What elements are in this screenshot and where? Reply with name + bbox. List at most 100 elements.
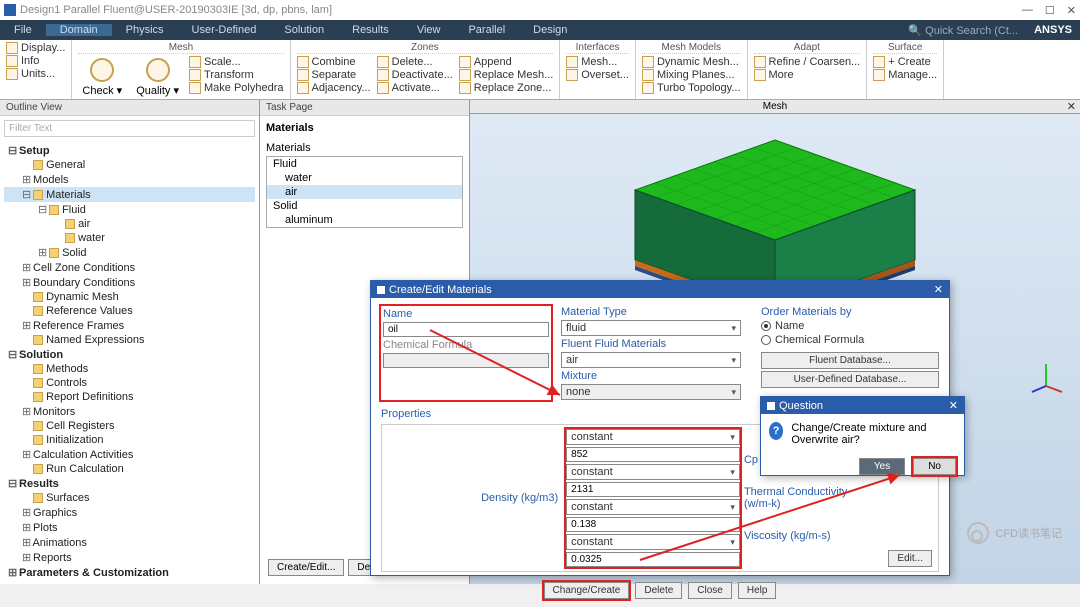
ribbon-item[interactable]: Adjacency... [297, 82, 371, 94]
ribbon-item[interactable]: Activate... [377, 82, 453, 94]
tree-item[interactable]: ⊟ Results [4, 476, 255, 491]
ribbon-item[interactable]: Overset... [566, 69, 629, 81]
ribbon-item[interactable]: Separate [297, 69, 371, 81]
menu-parallel[interactable]: Parallel [454, 24, 519, 36]
expand-icon[interactable]: ⊞ [22, 276, 30, 289]
ribbon-item[interactable]: Replace Mesh... [459, 69, 553, 81]
user-database-button[interactable]: User-Defined Database... [761, 371, 939, 388]
visc-method-select[interactable]: constant [566, 534, 740, 550]
menu-results[interactable]: Results [338, 24, 403, 36]
tree-item[interactable]: ⊞ Solid [4, 245, 255, 260]
tree-item[interactable]: Run Calculation [4, 462, 255, 476]
ribbon-item[interactable]: Make Polyhedra [189, 82, 284, 94]
expand-icon[interactable]: ⊟ [8, 144, 16, 157]
expand-icon[interactable]: ⊟ [38, 203, 46, 216]
menu-physics[interactable]: Physics [112, 24, 178, 36]
menu-design[interactable]: Design [519, 24, 581, 36]
tree-item[interactable]: ⊞ Graphics [4, 505, 255, 520]
expand-icon[interactable]: ⊟ [22, 188, 30, 201]
tree-item[interactable]: General [4, 158, 255, 172]
tc-method-select[interactable]: constant [566, 499, 740, 515]
tree-item[interactable]: Surfaces [4, 491, 255, 505]
tree-item[interactable]: Methods [4, 362, 255, 376]
menu-user-defined[interactable]: User-Defined [178, 24, 271, 36]
close-icon[interactable]: ✕ [1067, 4, 1076, 17]
menu-solution[interactable]: Solution [270, 24, 338, 36]
name-input[interactable] [383, 322, 549, 337]
expand-icon[interactable]: ⊞ [22, 173, 30, 186]
maximize-icon[interactable]: ☐ [1045, 4, 1055, 17]
list-item[interactable]: Solid [267, 199, 462, 213]
tree-item[interactable]: air [4, 217, 255, 231]
order-formula-radio[interactable]: Chemical Formula [761, 334, 939, 346]
expand-icon[interactable]: ⊞ [22, 536, 30, 549]
expand-icon[interactable]: ⊞ [22, 551, 30, 564]
expand-icon[interactable]: ⊞ [22, 448, 30, 461]
expand-icon[interactable]: ⊞ [22, 405, 30, 418]
tree-item[interactable]: Reference Values [4, 304, 255, 318]
ribbon-item[interactable]: Mixing Planes... [642, 69, 741, 81]
tree-item[interactable]: ⊞ Animations [4, 535, 255, 550]
density-method-select[interactable]: constant [566, 429, 740, 445]
expand-icon[interactable]: ⊟ [8, 477, 16, 490]
ribbon-item[interactable]: Transform [189, 69, 284, 81]
tree-item[interactable]: ⊟ Solution [4, 347, 255, 362]
list-item[interactable]: aluminum [267, 213, 462, 227]
expand-icon[interactable]: ⊞ [38, 246, 46, 259]
order-name-radio[interactable]: Name [761, 320, 939, 332]
dialog-close-icon[interactable]: ✕ [934, 283, 943, 296]
expand-icon[interactable]: ⊞ [22, 261, 30, 274]
tree-item[interactable]: ⊞ Cell Zone Conditions [4, 260, 255, 275]
ribbon-item[interactable]: Info [6, 55, 65, 67]
ribbon-item[interactable]: Turbo Topology... [642, 82, 741, 94]
ribbon-item[interactable]: Mesh... [566, 56, 629, 68]
tree-item[interactable]: ⊟ Setup [4, 143, 255, 158]
ribbon-item[interactable]: Replace Zone... [459, 82, 553, 94]
list-item[interactable]: water [267, 171, 462, 185]
ribbon-check[interactable]: Check ▾ [78, 56, 126, 99]
expand-icon[interactable]: ⊞ [22, 319, 30, 332]
dialog-titlebar[interactable]: Create/Edit Materials ✕ [371, 281, 949, 298]
question-titlebar[interactable]: Question ✕ [761, 397, 964, 414]
tree-item[interactable]: Report Definitions [4, 390, 255, 404]
viewport-close-icon[interactable]: ✕ [1067, 100, 1076, 113]
cp-input[interactable] [566, 482, 740, 497]
tree-item[interactable]: water [4, 231, 255, 245]
mat-help-button[interactable]: Help [738, 582, 777, 599]
ribbon-item[interactable]: Units... [6, 68, 65, 80]
expand-icon[interactable]: ⊞ [22, 506, 30, 519]
ribbon-item[interactable]: Manage... [873, 69, 937, 81]
create-edit-button[interactable]: Create/Edit... [268, 559, 344, 576]
mixture-select[interactable]: none [561, 384, 741, 400]
ribbon-item[interactable]: Refine / Coarsen... [754, 56, 861, 68]
ribbon-item[interactable]: Deactivate... [377, 69, 453, 81]
tree-item[interactable]: Controls [4, 376, 255, 390]
filter-input[interactable]: Filter Text [4, 120, 255, 137]
mat-close-button[interactable]: Close [688, 582, 732, 599]
ribbon-item[interactable]: Dynamic Mesh... [642, 56, 741, 68]
ribbon-item[interactable]: Scale... [189, 56, 284, 68]
menu-domain[interactable]: Domain [46, 24, 112, 36]
expand-icon[interactable]: ⊞ [22, 521, 30, 534]
tc-input[interactable] [566, 517, 740, 532]
formula-input[interactable] [383, 353, 549, 368]
tree-item[interactable]: ⊟ Materials [4, 187, 255, 202]
material-type-select[interactable]: fluid [561, 320, 741, 336]
tree-item[interactable]: Dynamic Mesh [4, 290, 255, 304]
expand-icon[interactable]: ⊟ [8, 348, 16, 361]
cp-method-select[interactable]: constant [566, 464, 740, 480]
tree-item[interactable]: ⊞ Calculation Activities [4, 447, 255, 462]
tree-item[interactable]: ⊟ Fluid [4, 202, 255, 217]
tree-item[interactable]: ⊞ Models [4, 172, 255, 187]
ribbon-quality[interactable]: Quality ▾ [132, 56, 183, 99]
question-close-icon[interactable]: ✕ [949, 399, 958, 412]
menu-view[interactable]: View [403, 24, 455, 36]
tree-item[interactable]: ⊞ Parameters & Customization [4, 565, 255, 580]
fluent-database-button[interactable]: Fluent Database... [761, 352, 939, 369]
tree-item[interactable]: ⊞ Boundary Conditions [4, 275, 255, 290]
minimize-icon[interactable]: — [1022, 4, 1033, 17]
mat-delete-button[interactable]: Delete [635, 582, 682, 599]
fluent-materials-select[interactable]: air [561, 352, 741, 368]
ribbon-item[interactable]: Delete... [377, 56, 453, 68]
list-item[interactable]: air [267, 185, 462, 199]
